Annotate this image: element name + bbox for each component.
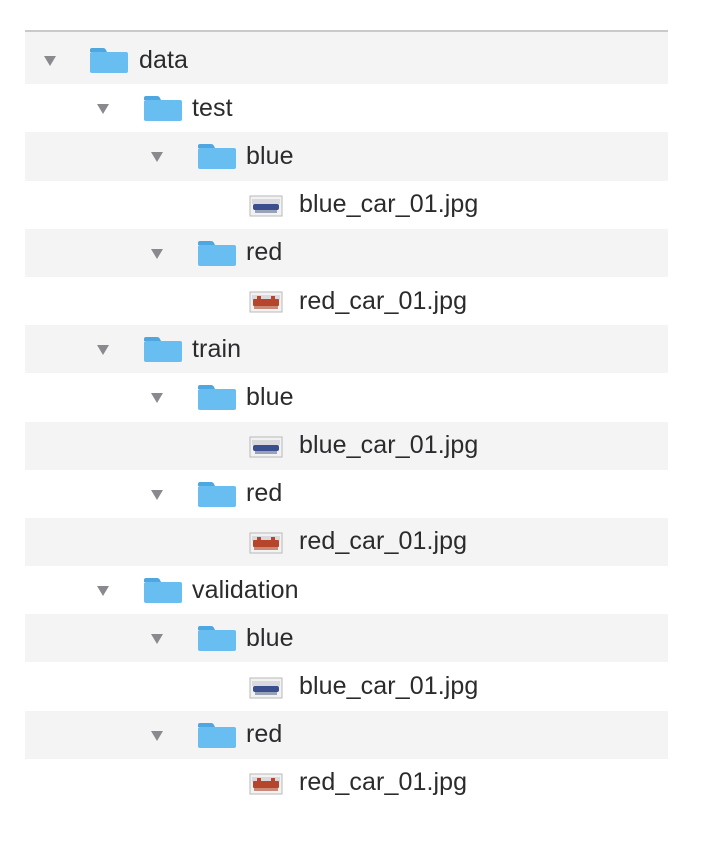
folder-icon bbox=[143, 95, 183, 122]
file-name: blue_car_01.jpg bbox=[299, 672, 479, 701]
blue-image-thumbnail-icon bbox=[249, 436, 283, 458]
disclosure-triangle-icon[interactable] bbox=[97, 345, 109, 356]
tree-folder-row[interactable]: train bbox=[25, 325, 668, 373]
folder-name: validation bbox=[192, 575, 299, 604]
folder-name: blue bbox=[246, 141, 294, 170]
disclosure-triangle-icon[interactable] bbox=[151, 152, 163, 163]
folder-name: train bbox=[192, 334, 242, 363]
tree-folder-row[interactable]: red bbox=[25, 711, 668, 759]
red-image-thumbnail-icon bbox=[249, 291, 283, 313]
folder-name: blue bbox=[246, 382, 294, 411]
disclosure-triangle-icon[interactable] bbox=[151, 489, 163, 500]
disclosure-triangle-icon[interactable] bbox=[151, 393, 163, 404]
tree-folder-row[interactable]: blue bbox=[25, 132, 668, 180]
folder-icon bbox=[143, 336, 183, 363]
folder-icon bbox=[197, 240, 237, 267]
folder-icon bbox=[89, 47, 129, 74]
tree-file-row[interactable]: red_car_01.jpg bbox=[25, 276, 668, 326]
folder-icon bbox=[197, 481, 237, 508]
file-tree: data test blue blue_car_01.jpg red red_car_01… bbox=[25, 36, 668, 807]
blue-image-thumbnail-icon bbox=[249, 677, 283, 699]
tree-folder-row[interactable]: validation bbox=[25, 566, 668, 615]
disclosure-triangle-icon[interactable] bbox=[97, 586, 109, 597]
file-name: red_car_01.jpg bbox=[299, 768, 468, 797]
red-image-thumbnail-icon bbox=[249, 532, 283, 554]
red-image-thumbnail-icon bbox=[249, 773, 283, 795]
file-name: red_car_01.jpg bbox=[299, 286, 468, 315]
folder-name: red bbox=[246, 238, 283, 267]
tree-file-row[interactable]: blue_car_01.jpg bbox=[25, 180, 668, 229]
folder-name: red bbox=[246, 479, 283, 508]
folder-name: blue bbox=[246, 623, 294, 652]
disclosure-triangle-icon[interactable] bbox=[44, 56, 56, 67]
tree-folder-row[interactable]: red bbox=[25, 229, 668, 277]
top-divider bbox=[25, 30, 668, 32]
tree-folder-row[interactable]: test bbox=[25, 84, 668, 133]
file-name: red_car_01.jpg bbox=[299, 527, 468, 556]
tree-folder-row[interactable]: data bbox=[25, 36, 668, 84]
disclosure-triangle-icon[interactable] bbox=[97, 104, 109, 115]
folder-icon bbox=[143, 577, 183, 604]
folder-icon bbox=[197, 384, 237, 411]
folder-name: data bbox=[139, 45, 189, 74]
tree-file-row[interactable]: red_car_01.jpg bbox=[25, 518, 668, 566]
folder-icon bbox=[197, 722, 237, 749]
disclosure-triangle-icon[interactable] bbox=[151, 248, 163, 259]
folder-icon bbox=[197, 625, 237, 652]
folder-name: red bbox=[246, 720, 283, 749]
disclosure-triangle-icon[interactable] bbox=[151, 634, 163, 645]
tree-file-row[interactable]: blue_car_01.jpg bbox=[25, 422, 668, 470]
folder-name: test bbox=[192, 93, 233, 122]
blue-image-thumbnail-icon bbox=[249, 195, 283, 217]
tree-folder-row[interactable]: red bbox=[25, 469, 668, 518]
folder-icon bbox=[197, 143, 237, 170]
file-name: blue_car_01.jpg bbox=[299, 431, 479, 460]
tree-file-row[interactable]: red_car_01.jpg bbox=[25, 758, 668, 807]
disclosure-triangle-icon[interactable] bbox=[151, 730, 163, 741]
tree-folder-row[interactable]: blue bbox=[25, 373, 668, 422]
tree-folder-row[interactable]: blue bbox=[25, 614, 668, 662]
tree-file-row[interactable]: blue_car_01.jpg bbox=[25, 662, 668, 711]
file-browser-panel: data test blue blue_car_01.jpg red red_car_01… bbox=[25, 30, 668, 807]
file-name: blue_car_01.jpg bbox=[299, 190, 479, 219]
